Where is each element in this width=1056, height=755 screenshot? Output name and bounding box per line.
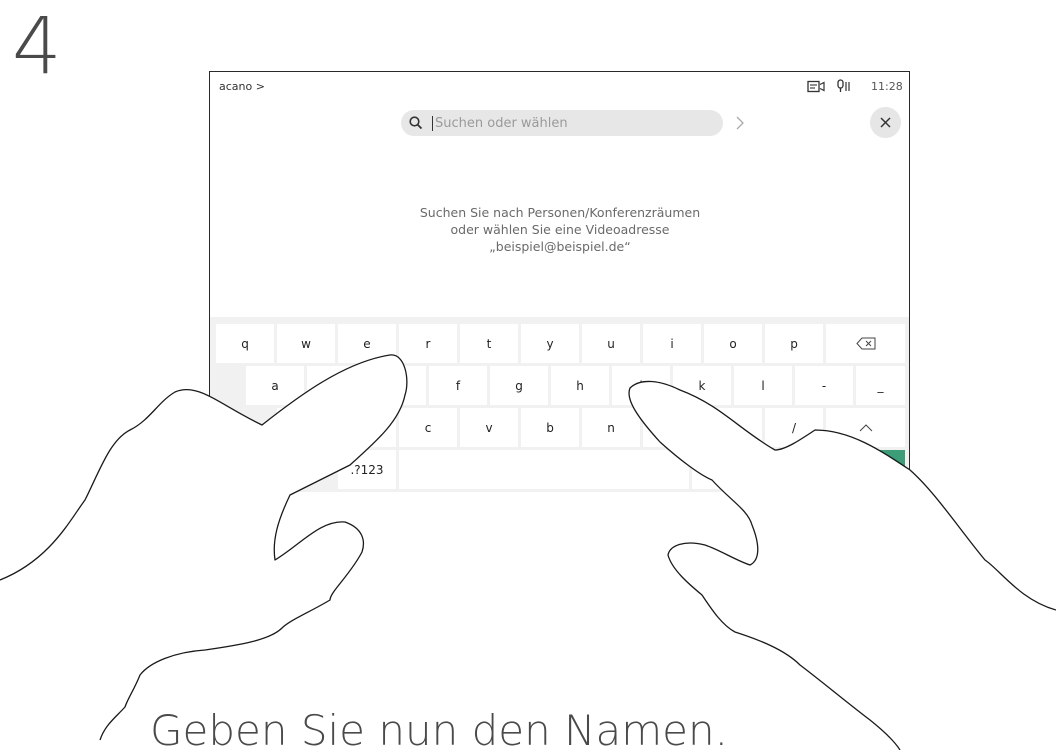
left-hand: [0, 354, 408, 741]
hands-illustration: [0, 354, 1056, 750]
step-caption: Geben Sie nun den Namen.: [150, 706, 728, 755]
right-hand: [628, 380, 1056, 750]
